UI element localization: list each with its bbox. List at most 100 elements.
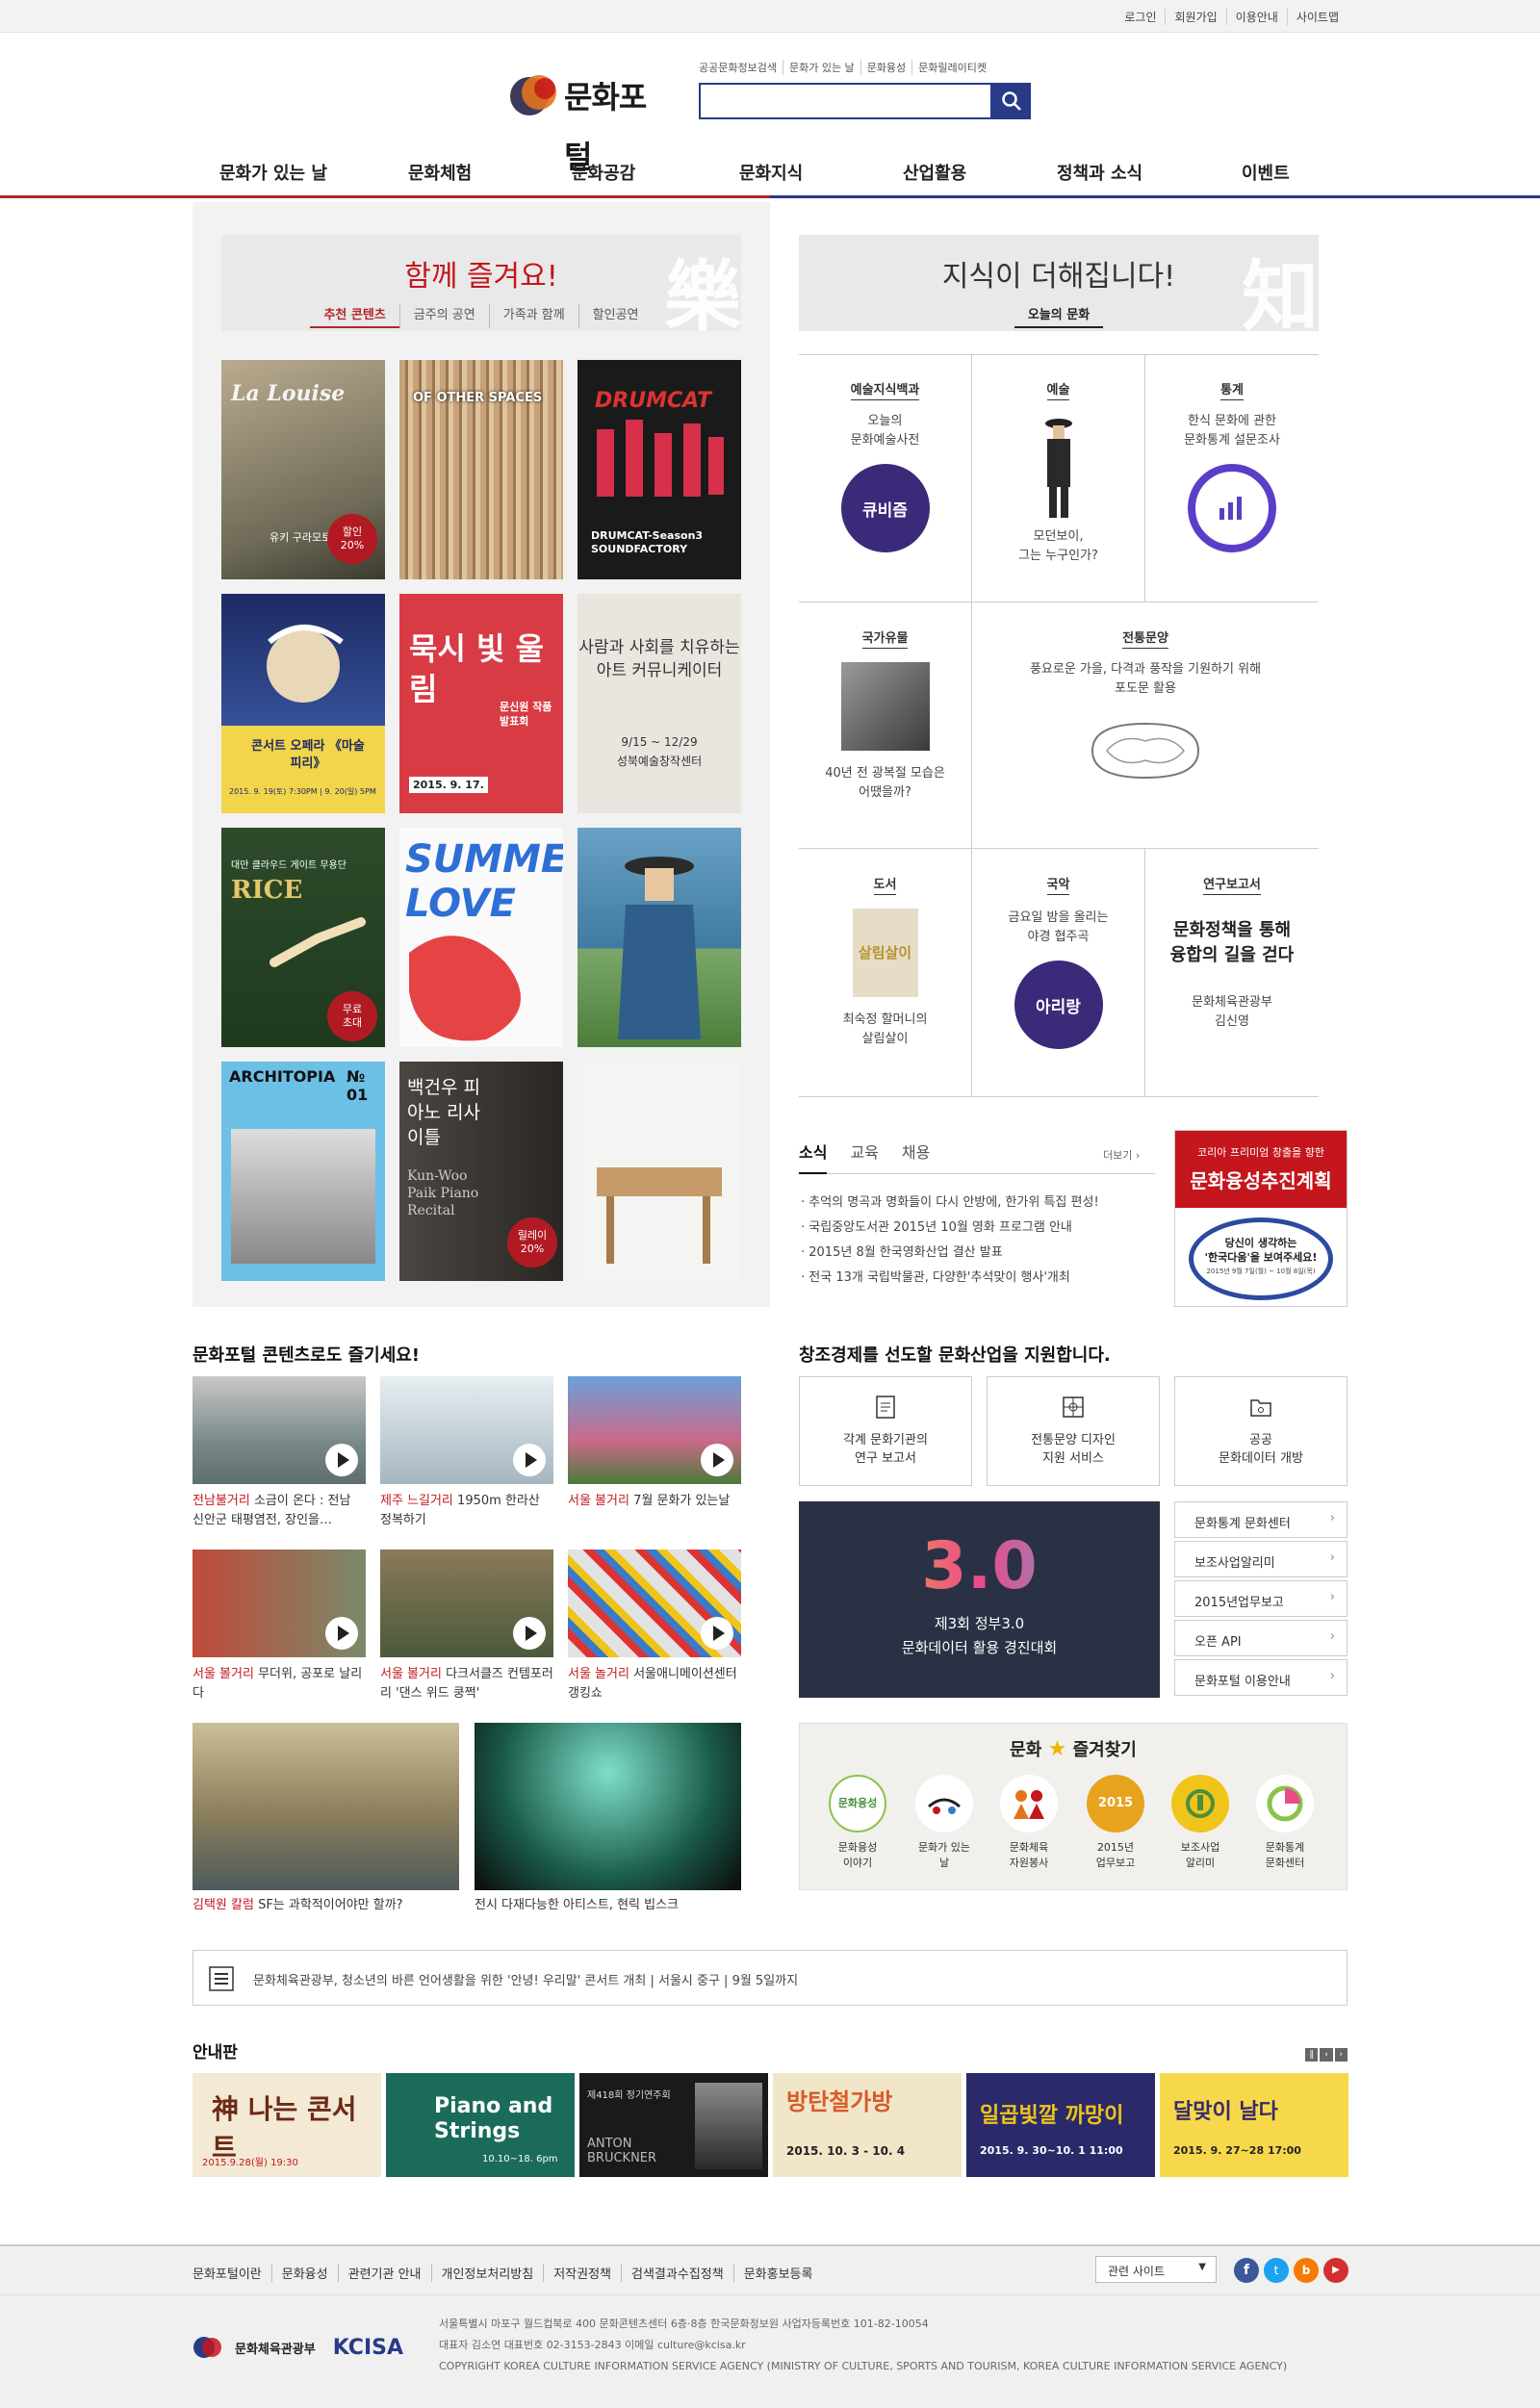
favorite-item[interactable]: 문화융성 문화융성 이야기 [826, 1775, 889, 1871]
poster-card[interactable]: 묵시 빛 울림 문신원 작품 발표회 2015. 9. 17. [399, 594, 563, 813]
column-caption[interactable]: 김택원 칼럼 SF는 과학적이어야만 할까? [192, 1896, 459, 1915]
footer-link[interactable]: 문화융성 [270, 2264, 338, 2282]
video-caption[interactable]: 서울 볼거리 7월 문화가 있는날 [568, 1492, 741, 1511]
exhibition-caption[interactable]: 전시 다재다능한 아티스트, 현릭 빕스크 [475, 1896, 741, 1915]
news-item[interactable]: · 2015년 8월 한국영화산업 결산 발표 [801, 1242, 1003, 1260]
footer-link[interactable]: 문화포털이란 [192, 2264, 271, 2282]
pause-button[interactable]: ‖ [1305, 2048, 1319, 2062]
quick-link[interactable]: 공공문화정보검색 [699, 60, 783, 75]
youtube-icon[interactable]: ▶ [1323, 2258, 1348, 2283]
search-button[interactable] [992, 83, 1031, 119]
tab-discount[interactable]: 할인공연 [578, 304, 653, 328]
tab-weekly[interactable]: 금주의 공연 [398, 304, 489, 328]
favorite-item[interactable]: 문화통계 문화센터 [1253, 1775, 1317, 1871]
open-data-box[interactable]: 공공 문화데이터 개방 [1174, 1376, 1348, 1486]
video-caption[interactable]: 서울 볼거리 무더위, 공포로 날리다 [192, 1665, 366, 1704]
exhibition-thumb[interactable] [475, 1723, 741, 1890]
footer-link[interactable]: 저작권정책 [543, 2264, 621, 2282]
video-thumb[interactable] [192, 1550, 366, 1657]
video-thumb[interactable] [568, 1376, 741, 1484]
quick-link[interactable]: 문화융성 [860, 60, 911, 75]
knowledge-cell[interactable]: 전통문양 풍요로운 가을, 다격과 풍작을 기원하기 위해 포도문 활용 [972, 602, 1319, 849]
board-banner[interactable]: 제418회 정기연주회 ANTON BRUCKNER [579, 2073, 768, 2177]
poster-card[interactable]: La Louise 유키 구라모토 할인 20% [221, 360, 385, 579]
quick-link-row[interactable]: 오픈 API [1174, 1620, 1348, 1656]
poster-card[interactable]: RICE 대만 클라우드 게이트 무용단 무료 초대 [221, 828, 385, 1047]
video-caption[interactable]: 전남불거리 소금이 온다 : 전남 신안군 태평염전, 장인을… [192, 1492, 366, 1530]
news-more-link[interactable]: 더보기 › [1103, 1147, 1140, 1163]
poster-card[interactable]: SUMMER LOVE [399, 828, 563, 1047]
research-reports-box[interactable]: 각계 문화기관의 연구 보고서 [799, 1376, 972, 1486]
video-caption[interactable]: 제주 느길거리 1950m 한라산 정복하기 [380, 1492, 553, 1530]
quick-link-row[interactable]: 문화포털 이용안내 [1174, 1659, 1348, 1696]
board-banner[interactable]: 神 나는 콘서트 2015.9.28(월) 19:30 [192, 2073, 381, 2177]
footer-link[interactable]: 문화홍보등록 [732, 2264, 823, 2282]
tab-family[interactable]: 가족과 함께 [488, 304, 578, 328]
poster-card[interactable]: 콘서트 오페라 《마술피리》 2015. 9. 19(토) 7:30PM | 9… [221, 594, 385, 813]
nav-item[interactable]: 정책과 소식 [1057, 160, 1142, 185]
footer-link[interactable]: 관련기관 안내 [337, 2264, 431, 2282]
quick-link[interactable]: 문화가 있는 날 [782, 60, 860, 75]
related-sites-select[interactable]: 관련 사이트 ▼ [1095, 2256, 1217, 2283]
quick-link[interactable]: 문화릴레이티켓 [911, 60, 992, 75]
nav-item[interactable]: 문화체험 [408, 160, 472, 185]
footer-link[interactable]: 검색결과수집정책 [621, 2264, 733, 2282]
nav-item[interactable]: 산업활용 [903, 160, 966, 185]
video-thumb[interactable] [192, 1376, 366, 1484]
tab-recruit[interactable]: 채용 [902, 1140, 930, 1173]
news-item[interactable]: · 전국 13개 국립박물관, 다양한'추석맞이 행사'개최 [801, 1267, 1070, 1285]
favorite-item[interactable]: 보조사업 알리미 [1168, 1775, 1232, 1871]
video-caption[interactable]: 서울 볼거리 다크서클즈 컨템포러리 '댄스 위드 쿵쩍' [380, 1665, 553, 1704]
knowledge-cell[interactable]: 국가유물 40년 전 광복절 모습은 어땠을까? [799, 602, 972, 849]
sitemap-link[interactable]: 사이트맵 [1286, 9, 1348, 25]
poster-card[interactable]: ARCHITOPIA № 01 [221, 1062, 385, 1281]
knowledge-cell[interactable]: 도서 살림살이 최숙정 할머니의 살림살이 [799, 849, 972, 1097]
knowledge-cell[interactable]: 국악 금요일 밤을 올리는 야경 협주곡 아리랑 [972, 849, 1145, 1097]
tab-recommend[interactable]: 추천 콘텐츠 [310, 304, 399, 328]
quick-link-row[interactable]: 문화통계 문화센터 [1174, 1501, 1348, 1538]
nav-item[interactable]: 문화지식 [739, 160, 803, 185]
video-caption[interactable]: 서울 놀거리 서울애니메이션센터 갱킹쇼 [568, 1665, 741, 1704]
board-banner[interactable]: 일곱빛깔 까망이 2015. 9. 30~10. 1 11:00 [966, 2073, 1155, 2177]
quick-link-row[interactable]: 보조사업알리미 [1174, 1541, 1348, 1577]
video-thumb[interactable] [568, 1550, 741, 1657]
board-banner[interactable]: Piano and Strings 10.10~18. 6pm [386, 2073, 575, 2177]
poster-card[interactable]: OF OTHER SPACES [399, 360, 563, 579]
login-link[interactable]: 로그인 [1116, 9, 1165, 25]
news-item[interactable]: · 국립중앙도서관 2015년 10월 영화 프로그램 안내 [801, 1217, 1072, 1235]
footer-link[interactable]: 개인정보처리방침 [430, 2264, 544, 2282]
favorite-item[interactable]: 문화가 있는 날 [912, 1775, 976, 1871]
poster-card[interactable] [578, 1062, 741, 1281]
tab-news[interactable]: 소식 [799, 1140, 828, 1174]
site-logo[interactable]: 문화포털 [506, 64, 660, 175]
nav-item[interactable]: 문화가 있는 날 [219, 160, 327, 185]
pattern-design-box[interactable]: 전통문양 디자인 지원 서비스 [987, 1376, 1160, 1486]
data-contest-banner[interactable]: 3.0 제3회 정부3.0 문화데이터 활용 경진대회 [799, 1501, 1160, 1698]
twitter-icon[interactable]: t [1264, 2258, 1289, 2283]
board-banner[interactable]: 방탄철가방 2015. 10. 3 - 10. 4 [773, 2073, 962, 2177]
poster-card[interactable]: 백건우 피아노 리사이틀 Kun-Woo Paik Piano Recital … [399, 1062, 563, 1281]
column-thumb[interactable] [192, 1723, 459, 1890]
prev-button[interactable]: ‹ [1320, 2048, 1333, 2062]
knowledge-cell[interactable]: 통계 한식 문화에 관한 문화통계 설문조사 [1145, 354, 1319, 602]
tab-today-culture[interactable]: 오늘의 문화 [1014, 304, 1104, 328]
guide-link[interactable]: 이용안내 [1225, 9, 1287, 25]
facebook-icon[interactable]: f [1234, 2258, 1259, 2283]
poster-card[interactable] [578, 828, 741, 1047]
board-banner[interactable]: 달맞이 날다 2015. 9. 27~28 17:00 [1160, 2073, 1348, 2177]
video-thumb[interactable] [380, 1550, 553, 1657]
tab-education[interactable]: 교육 [850, 1140, 878, 1173]
quick-link-row[interactable]: 2015년업무보고 [1174, 1580, 1348, 1617]
news-item[interactable]: · 추억의 명곡과 명화들이 다시 안방에, 한가위 특집 편성! [801, 1191, 1099, 1210]
next-button[interactable]: › [1334, 2048, 1348, 2062]
knowledge-cell[interactable]: 연구보고서 문화정책을 통해 융합의 길을 걷다 문화체육관광부 김신영 [1145, 849, 1319, 1097]
join-link[interactable]: 회원가입 [1165, 9, 1225, 25]
culture-plan-promo[interactable]: 코리아 프리미엄 창출을 향한 문화융성추진계획 당신이 생각하는 '한국다움'… [1174, 1130, 1348, 1307]
knowledge-cell[interactable]: 예술지식백과 오늘의 문화예술사전 큐비즘 [799, 354, 972, 602]
nav-item[interactable]: 이벤트 [1242, 160, 1290, 185]
favorite-item[interactable]: 2015 2015년 업무보고 [1084, 1775, 1147, 1871]
knowledge-cell[interactable]: 예술 모던보이, 그는 누구인가? [972, 354, 1145, 602]
video-thumb[interactable] [380, 1376, 553, 1484]
poster-card[interactable]: 사람과 사회를 치유하는 아트 커뮤니케이터 9/15 ~ 12/29 성북예술… [578, 594, 741, 813]
notice-bar[interactable]: 문화체육관광부, 청소년의 바른 언어생활을 위한 '안녕! 우리말' 콘서트 … [192, 1950, 1348, 2006]
